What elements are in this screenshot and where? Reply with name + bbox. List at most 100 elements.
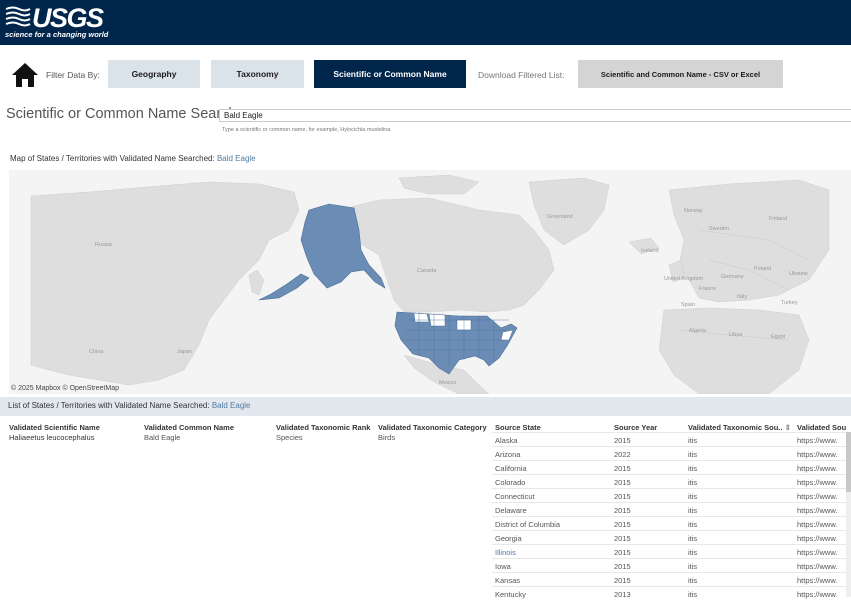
search-hint: Type a scientific or common name, for ex…	[222, 127, 391, 133]
row-url[interactable]: https://www.	[797, 548, 837, 557]
row-source: itis	[688, 562, 698, 571]
label-uk: United Kingdom	[664, 276, 704, 282]
label-china: China	[89, 349, 104, 355]
row-state: Arizona	[495, 450, 521, 459]
list-title-prefix: List of States / Territories with Valida…	[8, 401, 210, 410]
col-header-tax-source[interactable]: Validated Taxonomic Sou.. ⇕	[688, 423, 791, 432]
label-norway: Norway	[684, 208, 703, 214]
row-source: itis	[688, 520, 698, 529]
row-source: itis	[688, 436, 698, 445]
col-header-tax-source-label: Validated Taxonomic Sou..	[688, 423, 783, 432]
row-year: 2013	[614, 590, 631, 599]
row-url[interactable]: https://www.	[797, 436, 837, 445]
row-url[interactable]: https://www.	[797, 450, 837, 459]
row-url[interactable]: https://www.	[797, 492, 837, 501]
list-scrollbar[interactable]	[846, 432, 851, 597]
usgs-wave-icon	[5, 6, 31, 27]
home-icon[interactable]	[11, 62, 39, 88]
label-iceland: Iceland	[641, 248, 659, 254]
taxonomy-filter-button[interactable]: Taxonomy	[211, 60, 304, 88]
row-url[interactable]: https://www.	[797, 520, 837, 529]
row-url[interactable]: https://www.	[797, 590, 837, 599]
row-url[interactable]: https://www.	[797, 562, 837, 571]
geography-filter-button[interactable]: Geography	[108, 60, 200, 88]
label-sweden: Sweden	[709, 226, 729, 232]
logo-tagline: science for a changing world	[5, 30, 109, 39]
row-source: itis	[688, 548, 698, 557]
col-header-sci-name[interactable]: Validated Scientific Name	[9, 423, 100, 432]
table-row[interactable]: Colorado 2015 itis https://www.	[492, 474, 851, 488]
map-title-prefix: Map of States / Territories with Validat…	[10, 154, 215, 163]
col-header-common-name[interactable]: Validated Common Name	[144, 423, 234, 432]
row-source: itis	[688, 492, 698, 501]
row-year: 2015	[614, 436, 631, 445]
row-source: itis	[688, 464, 698, 473]
row-url[interactable]: https://www.	[797, 464, 837, 473]
label-mexico: Mexico	[439, 380, 456, 386]
record-rank: Species	[276, 433, 303, 442]
row-year: 2022	[614, 450, 631, 459]
col-header-category[interactable]: Validated Taxonomic Category	[378, 423, 487, 432]
row-year: 2015	[614, 492, 631, 501]
sort-icon[interactable]: ⇕	[785, 423, 791, 432]
row-year: 2015	[614, 464, 631, 473]
col-header-rank[interactable]: Validated Taxonomic Rank	[276, 423, 370, 432]
row-year: 2015	[614, 520, 631, 529]
map-attribution[interactable]: © 2025 Mapbox © OpenStreetMap	[11, 385, 119, 392]
table-row[interactable]: Illinois 2015 itis https://www.	[492, 544, 851, 558]
row-url[interactable]: https://www.	[797, 478, 837, 487]
col-header-year[interactable]: Source Year	[614, 423, 657, 432]
filter-label: Filter Data By:	[46, 70, 100, 80]
table-row[interactable]: Kansas 2015 itis https://www.	[492, 572, 851, 586]
table-row[interactable]: Iowa 2015 itis https://www.	[492, 558, 851, 572]
row-year: 2015	[614, 478, 631, 487]
top-bar: USGS science for a changing world	[0, 0, 851, 45]
row-source: itis	[688, 534, 698, 543]
map-title-name: Bald Eagle	[216, 154, 256, 163]
label-greenland: Greenland	[547, 214, 573, 220]
col-header-url-source[interactable]: Validated Sou	[797, 423, 846, 432]
record-sci-name: Haliaeetus leucocephalus	[9, 433, 95, 442]
row-url[interactable]: https://www.	[797, 576, 837, 585]
list-title-name: Bald Eagle	[211, 401, 251, 410]
table-row[interactable]: Delaware 2015 itis https://www.	[492, 502, 851, 516]
states-map[interactable]: Russia China Japan Canada Greenland Icel…	[9, 170, 851, 394]
row-state: California	[495, 464, 527, 473]
table-row[interactable]: Kentucky 2013 itis https://www.	[492, 586, 851, 600]
row-state: Alaska	[495, 436, 518, 445]
row-state: Iowa	[495, 562, 511, 571]
scientific-common-name-filter-button[interactable]: Scientific or Common Name	[314, 60, 466, 88]
table-row[interactable]: Georgia 2015 itis https://www.	[492, 530, 851, 544]
table-row[interactable]: Arizona 2022 itis https://www.	[492, 446, 851, 460]
label-poland: Poland	[754, 266, 771, 272]
map-canvas: Russia China Japan Canada Greenland Icel…	[9, 170, 851, 394]
row-year: 2015	[614, 534, 631, 543]
label-turkey: Turkey	[781, 300, 798, 306]
table-row[interactable]: Connecticut 2015 itis https://www.	[492, 488, 851, 502]
row-year: 2015	[614, 562, 631, 571]
download-label: Download Filtered List:	[478, 70, 565, 80]
label-egypt: Egypt	[771, 334, 786, 340]
download-csv-excel-button[interactable]: Scientific and Common Name - CSV or Exce…	[578, 60, 783, 88]
row-year: 2015	[614, 576, 631, 585]
col-header-state[interactable]: Source State	[495, 423, 541, 432]
table-row[interactable]: Alaska 2015 itis https://www.	[492, 432, 851, 446]
row-state: Georgia	[495, 534, 522, 543]
label-france: France	[699, 286, 716, 292]
row-state: Kentucky	[495, 590, 526, 599]
row-url[interactable]: https://www.	[797, 534, 837, 543]
row-source: itis	[688, 590, 698, 599]
table-row[interactable]: District of Columbia 2015 itis https://w…	[492, 516, 851, 530]
row-state: Illinois	[495, 548, 516, 557]
row-year: 2015	[614, 506, 631, 515]
table-row[interactable]: California 2015 itis https://www.	[492, 460, 851, 474]
row-url[interactable]: https://www.	[797, 506, 837, 515]
row-year: 2015	[614, 548, 631, 557]
row-state: District of Columbia	[495, 520, 561, 529]
label-russia: Russia	[95, 242, 113, 248]
label-ukraine: Ukraine	[789, 271, 808, 277]
list-scrollbar-thumb[interactable]	[846, 432, 851, 492]
row-source: itis	[688, 478, 698, 487]
name-search-input[interactable]	[219, 109, 851, 122]
row-source: itis	[688, 576, 698, 585]
